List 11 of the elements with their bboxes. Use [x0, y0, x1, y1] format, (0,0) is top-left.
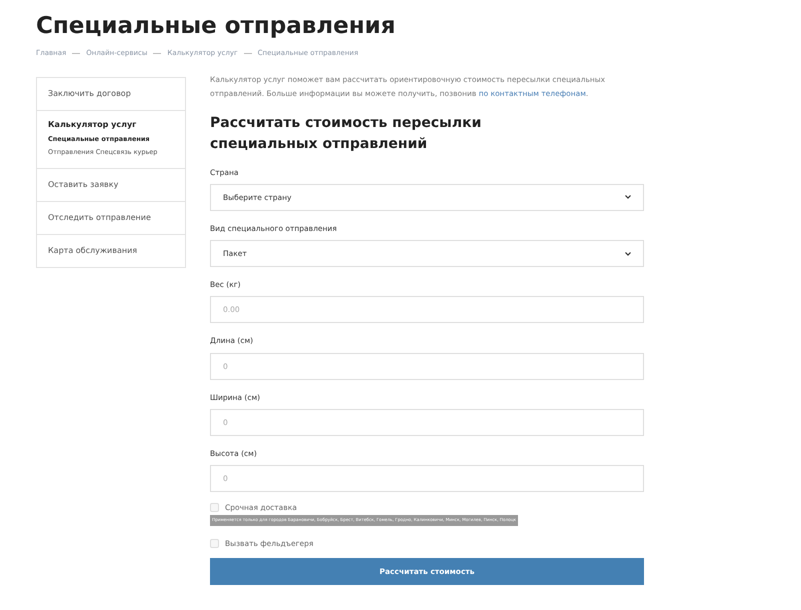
- sidebar-item[interactable]: Оставить заявку: [37, 169, 185, 201]
- sidebar-item[interactable]: Отследить отправление: [37, 202, 185, 234]
- checkbox[interactable]: [210, 503, 219, 512]
- chevron-down-icon: [625, 252, 631, 256]
- page-title: Специальные отправления: [36, 12, 396, 40]
- form-title: Рассчитать стоимость пересылки специальных отправлений: [210, 114, 482, 154]
- chevron-down-icon: [625, 195, 631, 200]
- sidebar-item[interactable]: Калькулятор услуг: [37, 110, 185, 134]
- sidebar-item[interactable]: Карта обслуживания: [37, 235, 185, 267]
- checkbox[interactable]: [210, 538, 219, 548]
- sidebar-item[interactable]: Заключить договор: [37, 78, 185, 110]
